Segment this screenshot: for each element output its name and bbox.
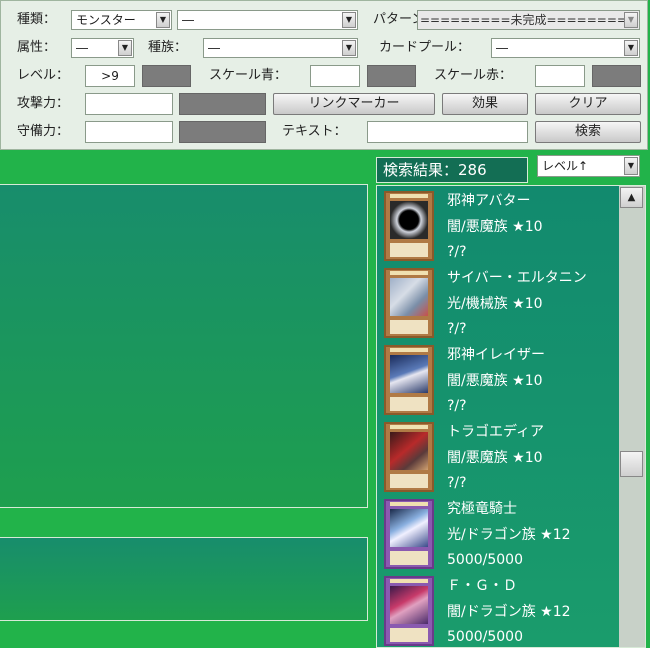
list-item[interactable]: 邪神イレイザー 闇/悪魔族 ★10 ?/? bbox=[377, 340, 617, 417]
card-stats: ?/? bbox=[447, 475, 467, 491]
chevron-down-icon: ▼ bbox=[118, 40, 132, 56]
level-max-input[interactable] bbox=[142, 65, 191, 87]
list-item[interactable]: Ｆ・Ｇ・Ｄ 闇/ドラゴン族 ★12 5000/5000 bbox=[377, 571, 617, 647]
scale-red-input[interactable] bbox=[535, 65, 585, 87]
card-stats: ?/? bbox=[447, 398, 467, 414]
chevron-down-icon: ▼ bbox=[156, 12, 170, 28]
level-label: レベル： bbox=[17, 68, 70, 83]
chevron-down-icon: ▼ bbox=[624, 12, 638, 28]
card-name: 究極竜騎士 bbox=[447, 501, 517, 517]
pattern-select[interactable]: =========未完成========= ▼ bbox=[417, 10, 640, 30]
card-thumbnail bbox=[384, 345, 434, 415]
sort-select[interactable]: レベル↑ ▼ bbox=[537, 155, 640, 177]
pool-select[interactable]: ― ▼ bbox=[491, 38, 640, 58]
card-meta: 光/ドラゴン族 ★12 bbox=[447, 527, 571, 543]
atk-label: 攻撃力： bbox=[17, 96, 70, 111]
scrollbar-thumb[interactable] bbox=[620, 451, 643, 477]
card-name: 邪神アバター bbox=[447, 193, 531, 209]
chevron-down-icon: ▼ bbox=[342, 12, 356, 28]
card-stats: 5000/5000 bbox=[447, 552, 523, 568]
chevron-up-icon[interactable]: ▲ bbox=[620, 187, 643, 208]
card-name: トラゴエディア bbox=[447, 424, 545, 440]
clear-button[interactable]: クリア bbox=[535, 93, 641, 115]
race-label: 種族： bbox=[148, 40, 188, 55]
card-name: 邪神イレイザー bbox=[447, 347, 545, 363]
scale-blue-input[interactable] bbox=[310, 65, 360, 87]
pool-label: カードプール： bbox=[379, 40, 471, 55]
scale-blue-max-input[interactable] bbox=[367, 65, 416, 87]
def-max-input[interactable] bbox=[179, 121, 266, 143]
card-meta: 闇/ドラゴン族 ★12 bbox=[447, 604, 571, 620]
effect-button[interactable]: 効果 bbox=[442, 93, 528, 115]
race-select[interactable]: ― ▼ bbox=[203, 38, 358, 58]
card-stats: ?/? bbox=[447, 321, 467, 337]
race-select-value: ― bbox=[208, 41, 220, 55]
chevron-down-icon: ▼ bbox=[624, 157, 638, 175]
scale-red-label: スケール赤： bbox=[434, 68, 513, 83]
card-stats: 5000/5000 bbox=[447, 629, 523, 645]
scale-blue-label: スケール青： bbox=[209, 68, 288, 83]
card-list[interactable]: 邪神アバター 闇/悪魔族 ★10 ?/? サイバー・エルタニン 光/機械族 ★1… bbox=[376, 185, 646, 648]
pool-select-value: ― bbox=[496, 41, 508, 55]
card-meta: 闇/悪魔族 ★10 bbox=[447, 373, 543, 389]
kind-select-value: モンスター bbox=[76, 13, 136, 27]
result-count: 検索結果：286 bbox=[376, 157, 528, 183]
pattern-select-value: =========未完成========= bbox=[420, 13, 637, 27]
list-item[interactable]: トラゴエディア 闇/悪魔族 ★10 ?/? bbox=[377, 417, 617, 494]
filter-panel: 種類： モンスター ▼ ― ▼ パターン： =========未完成======… bbox=[0, 0, 648, 150]
kind-label: 種類： bbox=[17, 12, 57, 27]
level-input[interactable]: >9 bbox=[85, 65, 135, 87]
card-name: サイバー・エルタニン bbox=[447, 270, 587, 286]
card-stats: ?/? bbox=[447, 244, 467, 260]
chevron-down-icon: ▼ bbox=[624, 40, 638, 56]
subkind-select[interactable]: ― ▼ bbox=[177, 10, 358, 30]
list-item[interactable]: 邪神アバター 闇/悪魔族 ★10 ?/? bbox=[377, 186, 617, 263]
card-meta: 光/機械族 ★10 bbox=[447, 296, 543, 312]
list-scrollbar[interactable]: ▲ bbox=[619, 186, 645, 647]
attribute-select[interactable]: ― ▼ bbox=[71, 38, 134, 58]
card-name: Ｆ・Ｇ・Ｄ bbox=[447, 578, 517, 594]
atk-input[interactable] bbox=[85, 93, 173, 115]
atk-max-input[interactable] bbox=[179, 93, 266, 115]
card-meta: 闇/悪魔族 ★10 bbox=[447, 219, 543, 235]
subkind-select-value: ― bbox=[182, 13, 194, 27]
chevron-down-icon: ▼ bbox=[342, 40, 356, 56]
scale-red-max-input[interactable] bbox=[592, 65, 641, 87]
card-thumbnail bbox=[384, 191, 434, 261]
attribute-select-value: ― bbox=[76, 41, 88, 55]
card-thumbnail bbox=[384, 499, 434, 569]
link-marker-button[interactable]: リンクマーカー bbox=[273, 93, 435, 115]
def-input[interactable] bbox=[85, 121, 173, 143]
list-item[interactable]: サイバー・エルタニン 光/機械族 ★10 ?/? bbox=[377, 263, 617, 340]
card-thumbnail bbox=[384, 576, 434, 646]
text-label: テキスト： bbox=[282, 124, 347, 139]
kind-select[interactable]: モンスター ▼ bbox=[71, 10, 172, 30]
list-item[interactable]: 究極竜騎士 光/ドラゴン族 ★12 5000/5000 bbox=[377, 494, 617, 571]
text-input[interactable] bbox=[367, 121, 528, 143]
def-label: 守備力： bbox=[17, 124, 70, 139]
card-thumbnail bbox=[384, 268, 434, 338]
attribute-label: 属性： bbox=[17, 40, 57, 55]
search-button[interactable]: 検索 bbox=[535, 121, 641, 143]
card-detail-panel bbox=[0, 184, 368, 508]
card-meta: 闇/悪魔族 ★10 bbox=[447, 450, 543, 466]
sort-select-value: レベル↑ bbox=[542, 159, 589, 173]
card-text-panel bbox=[0, 537, 368, 621]
card-thumbnail bbox=[384, 422, 434, 492]
